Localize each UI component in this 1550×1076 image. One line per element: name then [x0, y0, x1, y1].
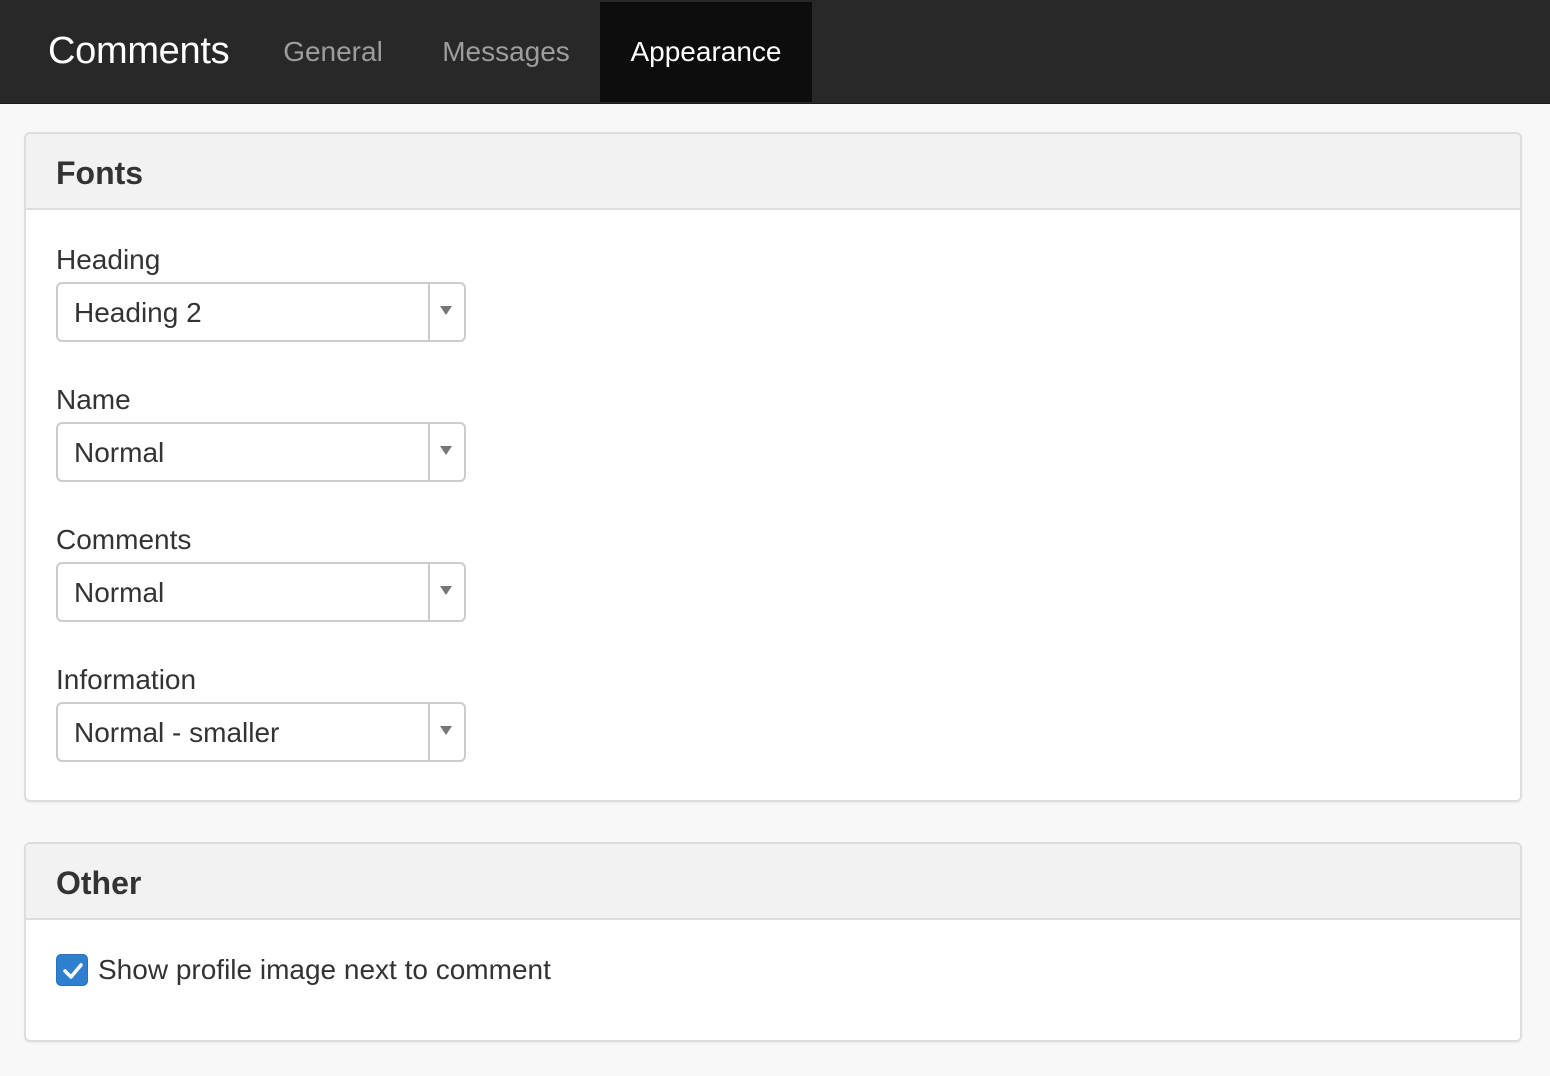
select-divider: [428, 424, 430, 480]
caret-down-icon: [440, 726, 452, 735]
caret-down-icon: [440, 446, 452, 455]
app-title: Comments: [48, 30, 230, 72]
caret-down-icon: [440, 306, 452, 315]
other-panel: Other Show profile image next to comment: [24, 842, 1522, 1042]
checkmark-icon: [63, 963, 83, 979]
select-divider: [428, 564, 430, 620]
comments-label: Comments: [56, 524, 192, 555]
tab-messages[interactable]: Messages: [412, 2, 600, 102]
show-profile-image-label: Show profile image next to comment: [98, 954, 551, 985]
show-profile-image-checkbox[interactable]: [56, 954, 88, 986]
heading-label: Heading: [56, 244, 161, 275]
information-font-select[interactable]: Normal - smaller: [56, 702, 466, 762]
fonts-panel: Fonts Heading Heading 2 Name Normal Comm…: [24, 132, 1522, 802]
comments-font-select[interactable]: Normal: [56, 562, 466, 622]
tab-general[interactable]: General: [256, 2, 410, 102]
other-panel-title: Other: [26, 844, 1520, 920]
heading-font-value: Heading 2: [74, 297, 202, 328]
top-navbar: Comments General Messages Appearance: [0, 0, 1550, 104]
name-label: Name: [56, 384, 131, 415]
information-font-value: Normal - smaller: [74, 717, 280, 748]
caret-down-icon: [440, 586, 452, 595]
name-font-select[interactable]: Normal: [56, 422, 466, 482]
comments-font-value: Normal: [74, 577, 165, 608]
fonts-panel-title: Fonts: [26, 134, 1520, 210]
heading-font-select[interactable]: Heading 2: [56, 282, 466, 342]
tab-appearance[interactable]: Appearance: [600, 2, 812, 102]
name-font-value: Normal: [74, 437, 165, 468]
select-divider: [428, 284, 430, 340]
information-label: Information: [56, 664, 197, 695]
select-divider: [428, 704, 430, 760]
